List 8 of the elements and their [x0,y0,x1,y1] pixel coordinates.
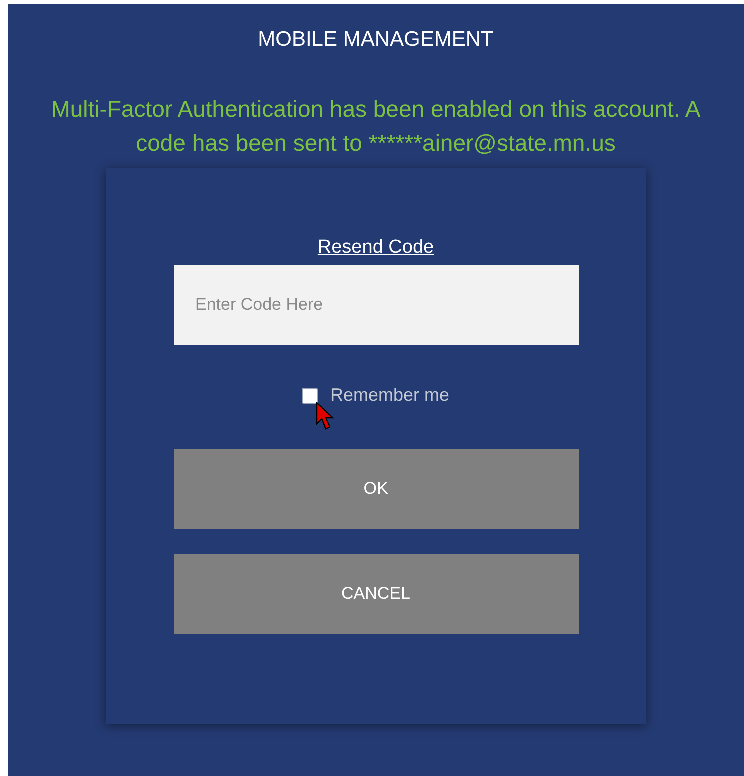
remember-me-label: Remember me [330,385,450,406]
resend-code-link[interactable]: Resend Code [318,237,434,259]
remember-checkbox[interactable] [302,388,318,404]
code-input-field[interactable]: Enter Code Here [174,265,578,345]
mfa-message: Multi-Factor Authentication has been enabled on this account. A code has been sent to ******ainer@state.mn.us [50,95,702,158]
page-title: MOBILE MANAGEMENT [258,28,494,52]
action-button[interactable]: OK [174,449,578,529]
action-button[interactable]: CANCEL [174,554,578,634]
